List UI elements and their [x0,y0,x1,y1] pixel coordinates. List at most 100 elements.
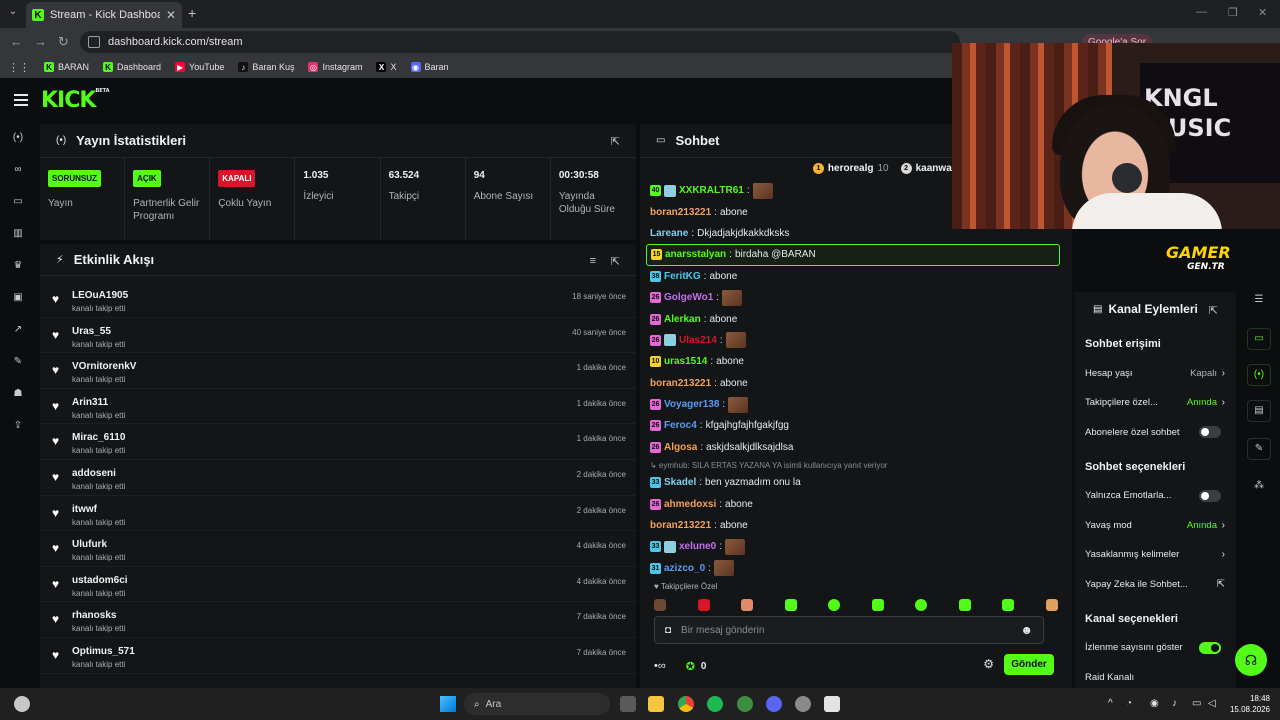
chat-message[interactable]: 10 uras1514: abone [650,351,1062,372]
chat-message[interactable]: 33 xelune0: [650,536,1062,557]
chat-username[interactable]: Voyager138 [664,399,719,410]
bookmark-baran[interactable]: K BARAN [44,62,89,72]
chat-username[interactable]: Skadel [664,477,696,488]
chat-username[interactable]: boran213221 [650,378,711,389]
filter-icon[interactable]: ≡ [590,255,596,267]
setting-row[interactable]: Hesap yaşı Kapalı › [1085,366,1225,380]
chat-username[interactable]: FeritKG [664,271,701,282]
chat-username[interactable]: Ulas214 [679,335,717,346]
tray-arrow-icon[interactable]: ^ [1108,698,1113,709]
chat-username[interactable]: azizco_0 [664,563,705,574]
chat-username[interactable]: Lareane [650,228,688,239]
infinity-icon[interactable]: •∞ [654,660,666,672]
obs-icon[interactable] [737,696,753,712]
points-icon[interactable]: ✪ [686,660,695,673]
emote-icon[interactable] [1002,599,1015,611]
activity-item[interactable]: ♥ Mirac_6110 kanalı takip etti 1 dakika önc… [40,424,636,460]
tools-icon[interactable]: ✎ [11,356,25,368]
menu-icon[interactable] [14,94,28,106]
tab-search-icon[interactable]: ⌄ [6,6,20,20]
growth-icon[interactable]: ↗ [11,324,25,336]
setting-row[interactable]: Abonelere özel sohbet [1085,425,1225,439]
activity-item[interactable]: ♥ Ulufurk kanalı takip etti 4 dakika önce [40,531,636,567]
integrations-icon[interactable]: ⁂ [1247,476,1271,498]
emote-icon[interactable] [871,599,884,611]
chat-username[interactable]: ahmedoxsi [664,499,716,510]
trophy-icon[interactable]: ♛ [11,260,25,272]
chat-toggle-icon[interactable]: ▭ [1247,328,1271,350]
chat-message[interactable]: 26 Feroc4: kfgajhgfajhfgakjfgg [650,415,1062,436]
start-icon[interactable] [440,696,456,712]
send-button[interactable]: Gönder [1004,654,1054,675]
activity-item[interactable]: ♥ LEOuA1905 kanalı takip etti 18 saniye önc… [40,282,636,318]
bookmark-x[interactable]: XX [376,62,397,72]
file-explorer-icon[interactable] [648,696,664,712]
setting-row[interactable]: Yasaklanmış kelimeler › [1085,548,1225,562]
bookmark-youtube[interactable]: ▶ YouTube [175,62,224,72]
chat-message[interactable]: 26 ahmedoxsi: abone [650,493,1062,514]
volume-tray-icon[interactable]: ◁ [1208,698,1216,709]
setting-row[interactable]: Raid Kanalı [1085,670,1225,684]
forward-icon[interactable]: → [34,34,47,49]
support-button[interactable]: ☊ [1235,644,1267,676]
minimize-icon[interactable]: — [1196,6,1207,18]
app-icon[interactable] [795,696,811,712]
activity-item[interactable]: ♥ ustadom6ci kanalı takip etti 4 dakika önc… [40,567,636,603]
emote-icon[interactable] [784,599,797,611]
chat-message[interactable]: 15 anarsstalyan: birdaha @BARAN [646,244,1060,266]
chat-message[interactable]: 31 azizco_0: [650,558,1062,579]
spotify-icon[interactable] [707,696,723,712]
bookmark-tiktok[interactable]: ♪ Baran Kuş [238,62,294,72]
activity-item[interactable]: ♥ Uras_55 kanalı takip etti 40 saniye önce [40,318,636,354]
chat-message[interactable]: 38 FeritKG: abone [650,266,1062,287]
emote-icon[interactable] [697,599,710,611]
chat-username[interactable]: boran213221 [650,207,711,218]
wrench-icon[interactable]: ✎ [1247,438,1271,460]
chat-message[interactable]: 26 Voyager138: [650,394,1062,415]
emote-icon[interactable] [828,599,841,611]
emoji-icon[interactable]: ☻ [1020,623,1033,637]
video-icon[interactable]: ▣ [11,292,25,304]
taskbar-search[interactable]: ⌕ Ara [464,693,610,715]
emote-icon[interactable] [654,599,666,611]
setting-toggle[interactable] [1199,426,1221,438]
setting-row[interactable]: Yalnızca Emotlarla... [1085,489,1225,503]
setting-row[interactable]: Yapay Zeka ile Sohbet... ⇱ [1085,577,1225,591]
activity-item[interactable]: ♥ rhanosks kanalı takip etti 7 dakika önce [40,602,636,638]
tab-close-icon[interactable]: ✕ [166,8,176,22]
site-info-icon[interactable] [88,36,100,48]
chat-message[interactable]: 33 Skadel: ben yazmadım onu la [650,472,1062,493]
chat-message[interactable]: 26 Alerkan: abone [650,308,1062,329]
setting-toggle[interactable] [1199,489,1221,502]
setting-row[interactable]: Yavaş mod Anında › [1085,518,1225,532]
chat-input[interactable]: ◘ Bir mesaj gönderin ☻ [654,616,1044,644]
shield-icon[interactable]: ◘ [665,625,671,636]
bookmark-instagram[interactable]: ◎ Instagram [308,62,362,72]
emote-icon[interactable] [741,599,754,611]
link-icon[interactable]: ∞ [11,164,25,176]
setting-row[interactable]: Takipçilere özel... Anında › [1085,396,1225,410]
chat-message[interactable]: 26 GolgeWo1: [650,287,1062,308]
chat-username[interactable]: uras1514 [664,356,707,367]
chat-message[interactable]: 26 Algosa: askjdsalkjdlksajdlsa [650,437,1062,458]
layout-icon[interactable]: ▤ [1247,400,1271,422]
weather-icon[interactable] [14,696,30,712]
kick-logo[interactable]: KICKBETA [41,88,110,113]
emote-icon[interactable] [958,599,971,611]
chat-message[interactable]: boran213221: abone [650,515,1062,536]
address-bar[interactable]: dashboard.kick.com/stream [80,31,960,53]
bookmark-dashboard[interactable]: K Dashboard [103,62,161,72]
popout-icon[interactable]: ⇱ [611,255,620,268]
upload-icon[interactable]: ⇪ [11,420,25,432]
activity-item[interactable]: ♥ VOrnitorenkV kanalı takip etti 1 dakika ö… [40,353,636,389]
display-tray-icon[interactable]: ▭ [1192,698,1201,709]
discord-taskbar-icon[interactable] [766,696,782,712]
chat-username[interactable]: XXKRALTR61 [679,185,744,196]
chat-message[interactable]: 26 Ulas214: [650,330,1062,351]
activity-item[interactable]: ♥ itwwf kanalı takip etti 2 dakika önce [40,496,636,532]
mic-tray-icon[interactable]: ♪ [1172,698,1177,709]
close-window-icon[interactable]: ✕ [1258,6,1267,19]
reload-icon[interactable]: ↻ [58,34,69,50]
chat-username[interactable]: anarsstalyan [665,249,726,260]
analytics-icon[interactable]: ▥ [11,228,25,240]
